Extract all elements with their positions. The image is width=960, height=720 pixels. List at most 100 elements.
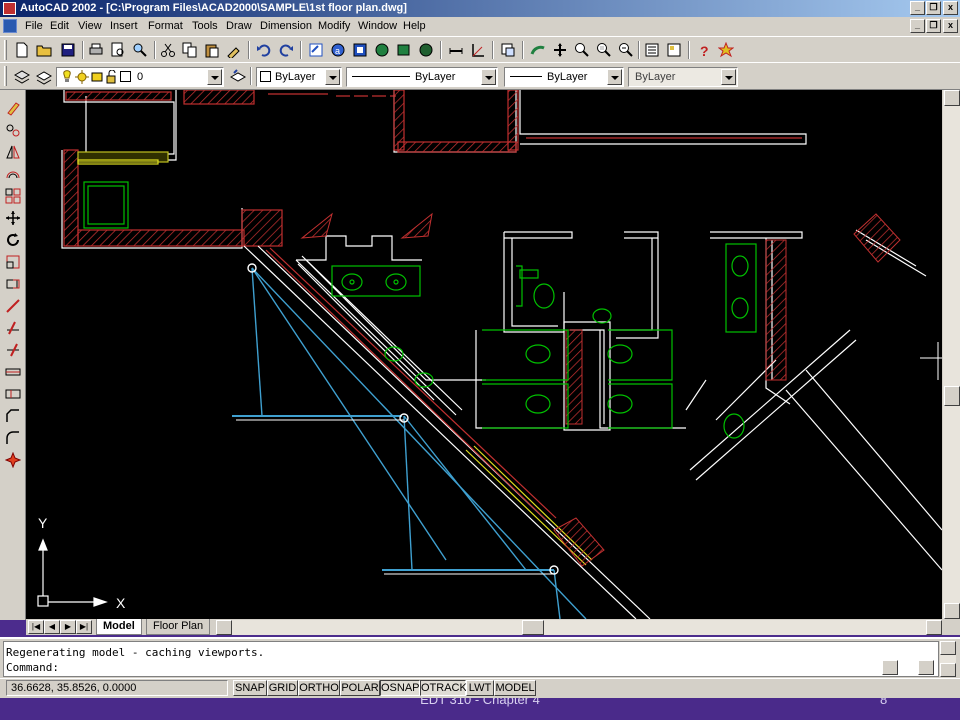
cmd-scroll-left-button[interactable] bbox=[882, 660, 898, 675]
autocad-app-icon[interactable] bbox=[3, 2, 16, 15]
undo-icon[interactable] bbox=[256, 42, 272, 58]
menu-draw[interactable]: Draw bbox=[226, 20, 252, 32]
layer-on-icon[interactable] bbox=[60, 70, 74, 84]
ucs-icon[interactable] bbox=[448, 42, 464, 58]
command-scrollbar[interactable] bbox=[940, 641, 956, 677]
erase-icon[interactable] bbox=[5, 100, 21, 116]
scroll-right-button[interactable] bbox=[926, 620, 942, 635]
designcenter-icon[interactable] bbox=[666, 42, 682, 58]
layer-manager-icon[interactable] bbox=[14, 69, 30, 85]
pan-icon[interactable] bbox=[500, 42, 516, 58]
make-layer-current-icon[interactable] bbox=[36, 69, 52, 85]
menu-insert[interactable]: Insert bbox=[110, 20, 138, 32]
cmd-scroll-down-button[interactable] bbox=[940, 663, 956, 677]
last-tab-button[interactable]: ▶| bbox=[76, 620, 92, 634]
publish-icon[interactable] bbox=[352, 42, 368, 58]
menu-window[interactable]: Window bbox=[358, 20, 397, 32]
chevron-down-icon[interactable] bbox=[207, 69, 222, 85]
drawing-canvas[interactable]: Y X bbox=[26, 90, 942, 619]
menu-tools[interactable]: Tools bbox=[192, 20, 218, 32]
trim-icon[interactable] bbox=[5, 320, 21, 336]
extend-icon[interactable] bbox=[5, 342, 21, 358]
zoom-all-icon[interactable] bbox=[618, 42, 634, 58]
doc-restore-button[interactable]: ❐ bbox=[926, 19, 941, 33]
color-dropdown[interactable]: ByLayer bbox=[256, 67, 342, 87]
osnap-toggle[interactable]: OSNAP bbox=[380, 680, 420, 696]
layer-previous-icon[interactable] bbox=[230, 69, 246, 85]
lineweight-dropdown[interactable]: ByLayer bbox=[504, 67, 624, 87]
plotstyle-dropdown[interactable]: ByLayer bbox=[628, 67, 738, 87]
fillet-icon[interactable] bbox=[5, 430, 21, 446]
array-icon[interactable] bbox=[5, 188, 21, 204]
layer-unlock-icon[interactable] bbox=[105, 70, 119, 84]
find-icon[interactable] bbox=[132, 42, 148, 58]
cmd-scroll-up-button[interactable] bbox=[940, 641, 956, 655]
menu-format[interactable]: Format bbox=[148, 20, 183, 32]
scroll-thumb[interactable] bbox=[944, 386, 960, 406]
distance-icon[interactable] bbox=[418, 42, 434, 58]
move-icon[interactable] bbox=[5, 210, 21, 226]
explode-icon[interactable] bbox=[5, 452, 21, 468]
minimize-button[interactable]: _ bbox=[910, 1, 925, 15]
scroll-left-button[interactable] bbox=[216, 620, 232, 635]
scroll-up-button[interactable] bbox=[944, 90, 960, 106]
3dorbit-icon[interactable] bbox=[396, 42, 412, 58]
restore-button[interactable]: ❐ bbox=[926, 1, 941, 15]
hyperlink-icon[interactable] bbox=[308, 42, 324, 58]
vertical-scrollbar[interactable] bbox=[942, 90, 960, 619]
mirror-icon[interactable] bbox=[5, 144, 21, 160]
cut-icon[interactable] bbox=[160, 42, 176, 58]
menu-help[interactable]: Help bbox=[403, 20, 426, 32]
layer-dropdown[interactable]: 0 bbox=[56, 67, 224, 87]
command-prompt[interactable]: Command: bbox=[6, 661, 59, 674]
ortho-toggle[interactable]: ORTHO bbox=[298, 680, 340, 696]
cmd-scroll-right-button[interactable] bbox=[918, 660, 934, 675]
tab-model[interactable]: Model bbox=[96, 619, 142, 635]
menu-modify[interactable]: Modify bbox=[318, 20, 350, 32]
open-icon[interactable] bbox=[36, 42, 52, 58]
tab-floor-plan[interactable]: Floor Plan bbox=[146, 619, 211, 635]
break-icon[interactable] bbox=[5, 386, 21, 402]
copy-icon[interactable] bbox=[182, 42, 198, 58]
toolbar-grip[interactable] bbox=[4, 66, 7, 86]
zoom-window-icon[interactable] bbox=[552, 42, 568, 58]
todaywindow-icon[interactable] bbox=[718, 42, 734, 58]
redo-icon[interactable] bbox=[278, 42, 294, 58]
polar-toggle[interactable]: POLAR bbox=[340, 680, 380, 696]
horizontal-scrollbar[interactable] bbox=[216, 620, 942, 635]
paste-icon[interactable] bbox=[204, 42, 220, 58]
chamfer-icon[interactable] bbox=[5, 408, 21, 424]
lwt-toggle[interactable]: LWT bbox=[466, 680, 494, 696]
layer-viewport-icon[interactable] bbox=[90, 70, 104, 84]
document-menu-icon[interactable] bbox=[3, 19, 17, 33]
lengthen-icon[interactable] bbox=[5, 298, 21, 314]
new-icon[interactable] bbox=[14, 42, 30, 58]
prev-tab-button[interactable]: ◀ bbox=[44, 620, 60, 634]
command-line[interactable]: Regenerating model - caching viewports. … bbox=[3, 641, 939, 677]
scale-icon[interactable] bbox=[5, 254, 21, 270]
coordinate-display[interactable]: 36.6628, 35.8526, 0.0000 bbox=[6, 680, 228, 696]
menu-file[interactable]: File bbox=[25, 20, 43, 32]
next-tab-button[interactable]: ▶ bbox=[60, 620, 76, 634]
preview-icon[interactable] bbox=[110, 42, 126, 58]
print-icon[interactable] bbox=[88, 42, 104, 58]
first-tab-button[interactable]: |◀ bbox=[28, 620, 44, 634]
doc-minimize-button[interactable]: _ bbox=[910, 19, 925, 33]
hscroll-thumb[interactable] bbox=[522, 620, 544, 635]
break-at-point-icon[interactable] bbox=[5, 364, 21, 380]
help-icon[interactable]: ? bbox=[696, 42, 712, 58]
menu-view[interactable]: View bbox=[78, 20, 102, 32]
chevron-down-icon[interactable] bbox=[481, 69, 496, 85]
redraw-icon[interactable] bbox=[374, 42, 390, 58]
offset-icon[interactable] bbox=[5, 166, 21, 182]
grid-toggle[interactable]: GRID bbox=[267, 680, 298, 696]
otrack-toggle[interactable]: OTRACK bbox=[420, 680, 467, 696]
linetype-dropdown[interactable]: ByLayer bbox=[346, 67, 498, 87]
chevron-down-icon[interactable] bbox=[325, 69, 340, 85]
save-icon[interactable] bbox=[60, 42, 76, 58]
properties-icon[interactable] bbox=[644, 42, 660, 58]
chevron-down-icon[interactable] bbox=[607, 69, 622, 85]
layer-thaw-icon[interactable] bbox=[75, 70, 89, 84]
model-space-toggle[interactable]: MODEL bbox=[494, 680, 536, 696]
doc-close-button[interactable]: x bbox=[943, 19, 958, 33]
